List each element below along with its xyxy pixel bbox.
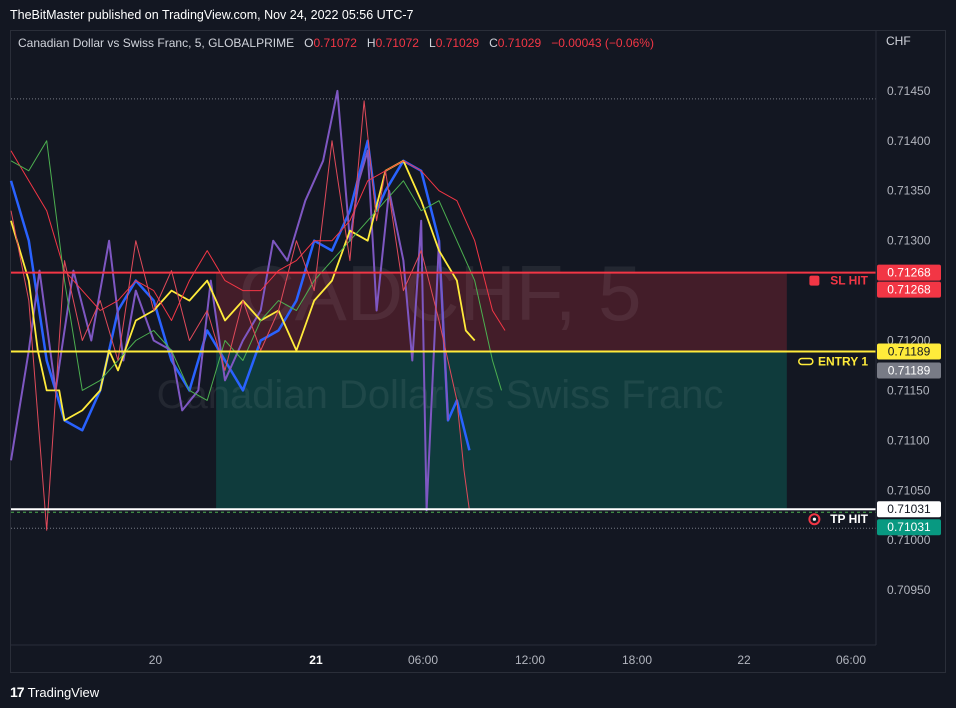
price-label-4: 0.71189 [888,363,931,377]
time-tick-label: 18:00 [622,653,652,667]
level-tag-1: SL HIT [830,274,868,288]
price-tick-label: 0.71050 [887,483,931,497]
price-label-5: 0.71031 [887,502,931,516]
time-axis: 20 21 06:00 12:00 18:00 22 06:00 [11,644,876,667]
price-label-6: 0.71031 [887,520,931,534]
price-tick-label: 0.70950 [887,583,931,597]
time-tick-label: 06:00 [836,653,866,667]
price-tick-label: 0.71300 [887,234,931,248]
time-tick-label: 06:00 [408,653,438,667]
target-icon-center [812,517,817,521]
high-value: 0.71072 [375,36,419,50]
level-tag-3: TP HIT [830,512,868,526]
low-label: L [429,36,436,50]
close-value: 0.71029 [497,36,542,50]
high-label: H [366,36,376,50]
tradingview-brand: TradingView [27,684,100,700]
level-tags: SL HIT ENTRY 1 TP HIT [798,274,869,526]
low-value: 0.71029 [435,36,480,50]
price-label-3: 0.71189 [888,344,931,358]
price-chart[interactable]: CADCHF, 5 Canadian Dollar vs Swiss Franc… [0,0,956,708]
open-value: 0.71072 [313,36,357,50]
stop-icon [809,275,820,286]
price-axis: 0.714500.714000.713500.713000.712500.712… [875,31,945,645]
price-tick-label: 0.71150 [887,383,930,397]
time-tick-label: 20 [149,653,163,667]
symbol-description: Canadian Dollar vs Swiss Franc, 5, GLOBA… [18,36,295,50]
change-value: −0.00043 (−0.06%) [551,36,654,50]
currency-label: CHF [886,34,911,48]
price-tick-label: 0.71400 [887,134,931,148]
price-tick-label: 0.71000 [887,533,931,547]
tradingview-logo-icon: 17 [10,684,25,700]
price-tick-label: 0.71450 [887,84,931,98]
price-label-2: 0.71268 [887,283,931,297]
entry-icon [798,357,814,366]
close-label: C [489,36,498,50]
time-tick-label: 12:00 [515,653,545,667]
price-label-1: 0.71268 [887,266,931,280]
time-tick-label: 22 [737,653,751,667]
price-tick-label: 0.71350 [887,184,931,198]
watermark-description: Canadian Dollar vs Swiss Franc [157,373,724,417]
symbol-legend: Canadian Dollar vs Swiss Franc, 5, GLOBA… [18,36,654,50]
footer-brand[interactable]: 17 TradingView [10,684,99,700]
price-tick-label: 0.71100 [887,433,930,447]
time-tick-label: 21 [309,653,323,667]
level-tag-2: ENTRY 1 [818,354,868,368]
